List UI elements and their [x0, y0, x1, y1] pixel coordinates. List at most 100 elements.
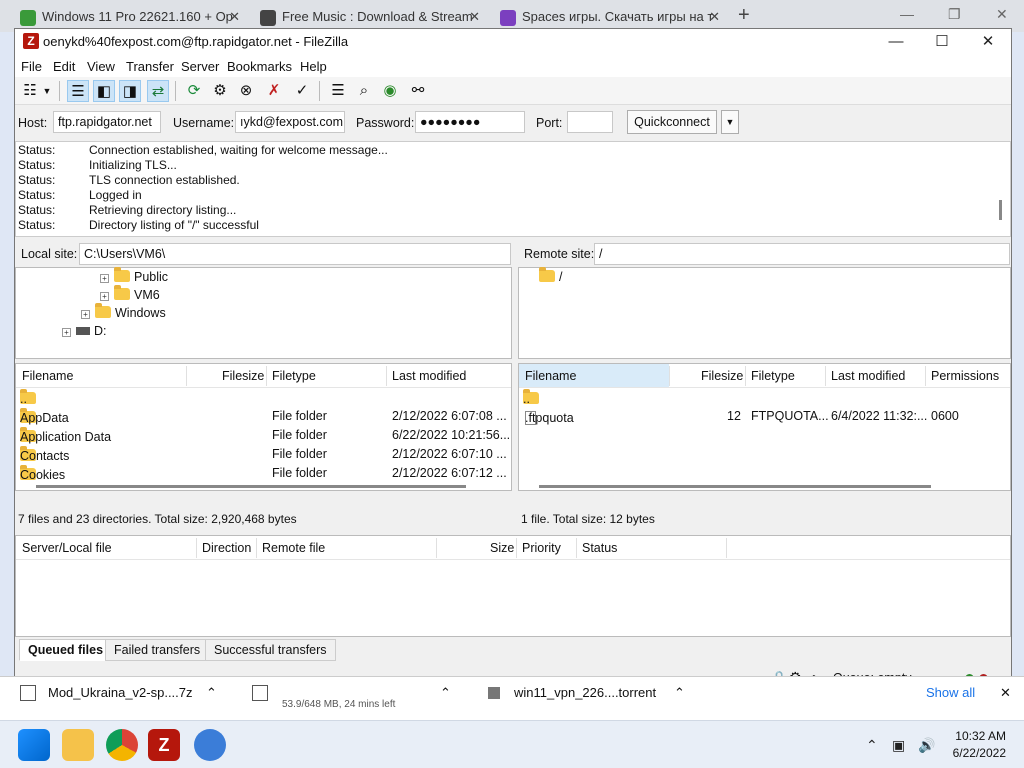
column-filename[interactable]: Filename: [22, 369, 73, 383]
column-last-modified[interactable]: Last modified: [392, 369, 466, 383]
remote-path-input[interactable]: /: [594, 243, 1010, 265]
folder-icon: [114, 267, 130, 282]
password-input[interactable]: ●●●●●●●●: [415, 111, 525, 133]
close-icon[interactable]: ✕: [229, 4, 240, 30]
local-site-bar: Local site: C:\Users\VM6\: [15, 241, 512, 267]
column-filetype[interactable]: Filetype: [751, 369, 795, 383]
table-row[interactable]: ..: [519, 388, 999, 407]
maximize-icon[interactable]: ☐: [919, 29, 965, 55]
reconnect-icon[interactable]: ✓: [291, 80, 313, 102]
new-tab-icon[interactable]: +: [738, 4, 750, 27]
tree-item[interactable]: + VM6: [100, 285, 160, 304]
network-icon[interactable]: ▣: [892, 737, 905, 754]
toggle-remote-tree-icon[interactable]: ◨: [119, 80, 141, 102]
search-icon[interactable]: ⌕: [353, 80, 375, 102]
column-direction[interactable]: Direction: [202, 541, 251, 555]
scrollbar[interactable]: [36, 485, 466, 488]
disconnect-icon[interactable]: ✗: [263, 80, 285, 102]
remote-site-label: Remote site:: [524, 247, 595, 261]
column-status[interactable]: Status: [582, 541, 617, 555]
cancel-icon[interactable]: ⊗: [235, 80, 257, 102]
compare-icon[interactable]: ◉: [379, 80, 401, 102]
download-item[interactable]: win11_vpn_226....torrent: [514, 685, 656, 700]
column-filename[interactable]: Filename: [525, 369, 576, 383]
port-input[interactable]: [567, 111, 613, 133]
table-row[interactable]: Application Data File folder 6/22/2022 10:…: [16, 426, 510, 445]
file-list-header: Filename Filesize Filetype Last modified: [16, 364, 511, 388]
download-item[interactable]: Mod_Ukraina_v2-sp....7z: [48, 685, 193, 700]
quickconnect-button[interactable]: Quickconnect: [627, 110, 717, 134]
column-remote-file[interactable]: Remote file: [262, 541, 325, 555]
chevron-up-icon[interactable]: ⌃: [674, 685, 685, 701]
column-server-local-file[interactable]: Server/Local file: [22, 541, 112, 555]
table-row[interactable]: Contacts File folder 2/12/2022 6:07:10 ...: [16, 445, 507, 464]
tree-item[interactable]: + Public: [100, 267, 168, 286]
clock-time[interactable]: 10:32 AM: [946, 729, 1006, 743]
host-input[interactable]: ftp.rapidgator.net: [53, 111, 161, 133]
clock-date[interactable]: 6/22/2022: [946, 746, 1006, 760]
menu-bar: File Edit View Transfer Server Bookmarks…: [15, 55, 1011, 77]
minimize-icon[interactable]: —: [873, 29, 919, 55]
column-last-modified[interactable]: Last modified: [831, 369, 905, 383]
windows-start-icon[interactable]: [18, 729, 50, 761]
close-icon[interactable]: ✕: [1000, 685, 1011, 701]
volume-icon[interactable]: 🔊: [918, 737, 935, 754]
chrome-icon[interactable]: [106, 729, 138, 761]
toggle-log-icon[interactable]: ☰: [67, 80, 89, 102]
column-filesize[interactable]: Filesize: [222, 369, 264, 383]
column-filetype[interactable]: Filetype: [272, 369, 316, 383]
tab-failed-transfers[interactable]: Failed transfers: [105, 639, 210, 661]
chevron-up-icon[interactable]: ⌃: [440, 685, 451, 701]
filezilla-icon[interactable]: Z: [148, 729, 180, 761]
host-label: Host:: [18, 116, 48, 130]
table-row[interactable]: .ftpquota 12 FTPQUOTA... 6/4/2022 11:32:...…: [519, 407, 999, 426]
toggle-local-tree-icon[interactable]: ◧: [93, 80, 115, 102]
close-icon[interactable]: ✕: [996, 6, 1008, 23]
tab-successful-transfers[interactable]: Successful transfers: [205, 639, 336, 661]
menu-view[interactable]: View: [87, 59, 115, 74]
column-permissions[interactable]: Permissions: [931, 369, 999, 383]
menu-file[interactable]: File: [21, 59, 42, 74]
scrollbar[interactable]: [539, 485, 931, 488]
toggle-queue-icon[interactable]: ⇄: [147, 80, 169, 102]
remote-file-list: Filename Filesize Filetype Last modified…: [518, 363, 1011, 491]
username-input[interactable]: ıykd@fexpost.com: [235, 111, 345, 133]
tree-item[interactable]: /: [539, 267, 562, 286]
qbittorrent-icon[interactable]: [194, 729, 226, 761]
filezilla-window: Z oenykd%40fexpost.com@ftp.rapidgator.ne…: [14, 28, 1012, 692]
refresh-icon[interactable]: ⟳: [183, 80, 205, 102]
menu-bookmarks[interactable]: Bookmarks: [227, 59, 292, 74]
column-priority[interactable]: Priority: [522, 541, 561, 555]
tree-item[interactable]: + Windows: [81, 303, 166, 322]
close-icon[interactable]: ✕: [469, 4, 480, 30]
site-manager-icon[interactable]: ☷: [19, 80, 41, 102]
tree-item[interactable]: + D:: [62, 322, 107, 340]
chevron-down-icon[interactable]: ▼: [721, 110, 739, 134]
table-row[interactable]: ..: [16, 388, 496, 407]
binoculars-icon[interactable]: ⚯: [407, 80, 429, 102]
minimize-icon[interactable]: —: [900, 6, 914, 22]
column-filesize[interactable]: Filesize: [701, 369, 743, 383]
restore-icon[interactable]: ❐: [948, 6, 961, 23]
local-status: 7 files and 23 directories. Total size: …: [15, 507, 512, 529]
chevron-down-icon[interactable]: ▼: [41, 80, 53, 102]
menu-help[interactable]: Help: [300, 59, 327, 74]
close-icon[interactable]: ✕: [965, 29, 1011, 55]
local-path-input[interactable]: C:\Users\VM6\: [79, 243, 511, 265]
tab-queued-files[interactable]: Queued files: [19, 639, 113, 661]
chevron-up-icon[interactable]: ⌃: [206, 685, 217, 701]
show-all-link[interactable]: Show all: [926, 685, 975, 700]
column-size[interactable]: Size: [490, 541, 514, 555]
menu-server[interactable]: Server: [181, 59, 219, 74]
menu-edit[interactable]: Edit: [53, 59, 75, 74]
directory-filter-icon[interactable]: ☰: [327, 80, 349, 102]
scrollbar[interactable]: [999, 200, 1002, 220]
process-queue-icon[interactable]: ⚙: [209, 80, 231, 102]
table-row[interactable]: Cookies File folder 2/12/2022 6:07:12 ...: [16, 464, 507, 483]
chevron-up-icon[interactable]: ⌃: [866, 737, 878, 754]
menu-transfer[interactable]: Transfer: [126, 59, 174, 74]
file-explorer-icon[interactable]: [62, 729, 94, 761]
table-row[interactable]: AppData File folder 2/12/2022 6:07:08 ...: [16, 407, 507, 426]
tab-title: Windows 11 Pro 22621.160 + Op: [42, 9, 233, 24]
close-icon[interactable]: ✕: [709, 4, 720, 30]
